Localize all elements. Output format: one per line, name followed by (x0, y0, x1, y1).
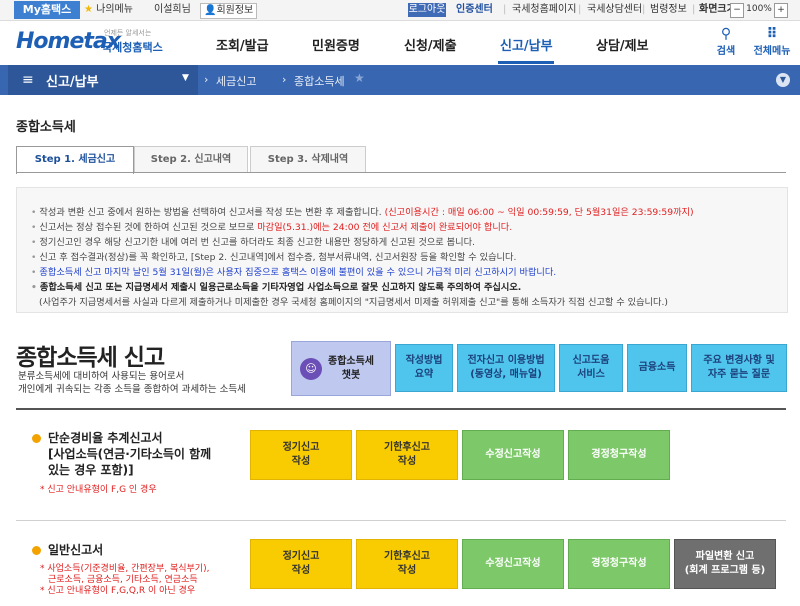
simple-expense-title: 단순경비율 추계신고서 [사업소득(연금·기타소득이 함께 있는 경우 포함)] (48, 431, 212, 477)
divider: | (578, 4, 582, 15)
notice-line: • 정기신고인 경우 해당 신고기한 내에 여러 번 신고를 하더라도 최종 신고… (31, 237, 475, 248)
section-menu-title: 신고/납부 (46, 75, 99, 90)
search-label: 검색 (716, 46, 736, 57)
breadcrumb-tax-report[interactable]: 세금신고 (216, 73, 256, 89)
bullet-icon (32, 546, 41, 555)
logo-subtitle: 국세청홈택스 (102, 41, 163, 54)
my-hometax-link[interactable]: My홈택스 (14, 1, 80, 19)
star-icon: ★ (84, 4, 93, 15)
bullet-icon (32, 434, 41, 443)
search-icon: ⚲ (720, 26, 732, 42)
tab-step1-report[interactable]: Step 1. 세금신고 (16, 146, 134, 174)
tab-divider (16, 172, 786, 173)
chatbot-button[interactable]: ☺ 종합소득세 챗봇 (291, 341, 391, 396)
breadcrumb-income-tax[interactable]: 종합소득세 (294, 73, 345, 89)
page-title: 종합소득세 (16, 120, 76, 135)
chevron-right-icon: › (204, 73, 209, 86)
nav-counsel-report[interactable]: 상담/제보 (596, 35, 649, 54)
simple-regular-report-button[interactable]: 정기신고 작성 (250, 430, 352, 480)
general-report-title: 일반신고서 (48, 543, 104, 557)
tab-step3-deleted[interactable]: Step 3. 삭제내역 (250, 146, 366, 173)
section-menu-dropdown[interactable]: ≡ 신고/납부 ▼ (8, 65, 198, 95)
chatbot-icon: ☺ (300, 357, 322, 380)
notice-line: • 작성과 변환 신고 중에서 원하는 방법을 선택하여 신고서를 작성 또는 변… (31, 207, 694, 218)
general-report-note: * 사업소득(기준경비율, 간편장부, 복식부기), 근로소득, 금융소득, 기… (40, 564, 210, 596)
tab-step2-history[interactable]: Step 2. 신고내역 (134, 146, 248, 173)
nav-report-pay[interactable]: 신고/납부 (500, 35, 553, 54)
logo-tagline: 언제든 알세서는 (104, 29, 152, 37)
guide-summary-button[interactable]: 작성방법 요약 (395, 344, 453, 392)
favorite-star-icon[interactable]: ★ (354, 71, 365, 85)
notice-line: • 종합소득세 신고 또는 지급명세서 제출시 일용근로소득을 기타자영업 사업소… (31, 282, 522, 293)
notice-line: (사업주가 지급명세서를 사실과 다르게 제출하거나 미제출한 경우 국세청 홈… (39, 297, 668, 308)
chevron-right-icon: › (282, 73, 287, 86)
zoom-in-button[interactable]: + (774, 3, 788, 18)
general-amend-report-button[interactable]: 수정신고작성 (462, 539, 564, 589)
divider: | (503, 4, 507, 15)
nav-civil-cert[interactable]: 민원증명 (312, 35, 360, 54)
member-info-label: 회원정보 (216, 5, 254, 16)
general-late-report-button[interactable]: 기한후신고 작성 (356, 539, 458, 589)
zoom-level: 100% (746, 4, 772, 14)
nav-apply-submit[interactable]: 신청/제출 (404, 35, 457, 54)
nts-homepage-link[interactable]: 국세청홈페이지 (512, 0, 576, 20)
user-name: 이설희님 (154, 4, 191, 15)
search-button[interactable]: ⚲ 검색 (706, 26, 746, 57)
section-divider (16, 408, 786, 410)
financial-income-button[interactable]: 금융소득 (627, 344, 687, 392)
notice-line: • 신고 후 접수결과(정상)를 꼭 확인하고, [Step 2. 신고내역]에서… (31, 252, 517, 263)
filing-help-service-button[interactable]: 신고도움 서비스 (559, 344, 623, 392)
grid-icon: ⠿ (766, 26, 778, 42)
top-utility-bar: My홈택스 ★ 나의메뉴 이설희님 👤회원정보 로그아웃 인증센터 | 국세청홈… (0, 0, 800, 21)
section-title: 종합소득세 신고 (16, 345, 165, 371)
simple-late-report-button[interactable]: 기한후신고 작성 (356, 430, 458, 480)
my-menu-link[interactable]: ★ 나의메뉴 (84, 0, 146, 20)
notice-line: • 신고서는 정상 접수된 것에 한하여 신고된 것으로 보므로 마감일(5.31… (31, 222, 513, 233)
tax-counsel-link[interactable]: 국세상담센터 (587, 0, 642, 20)
person-icon: 👤 (204, 5, 217, 16)
section-description: 분류소득세에 대비하여 사용되는 용어로서 개인에게 귀속되는 각종 소득을 종합… (18, 371, 246, 395)
member-info-button[interactable]: 👤회원정보 (200, 3, 258, 19)
simple-amend-report-button[interactable]: 수정신고작성 (462, 430, 564, 480)
notice-line: • 종합소득세 신고 마지막 날인 5월 31일(월)은 사용자 집중으로 홈택스… (31, 267, 557, 278)
cert-center-link[interactable]: 인증센터 (456, 0, 493, 20)
general-regular-report-button[interactable]: 정기신고 작성 (250, 539, 352, 589)
dropdown-arrow-icon: ▼ (182, 73, 189, 83)
breadcrumb-bar: ≡ 신고/납부 ▼ › 세금신고 › 종합소득세 ★ ▼ (0, 65, 800, 95)
all-menu-button[interactable]: ⠿ 전체메뉴 (752, 26, 792, 57)
simple-claim-button[interactable]: 경정청구작성 (568, 430, 670, 480)
simple-expense-note: * 신고 안내유형이 F,G 인 경우 (40, 485, 157, 495)
hamburger-icon: ≡ (22, 72, 34, 88)
file-conversion-report-button[interactable]: 파일변환 신고 (회계 프로그램 등) (674, 539, 776, 589)
section-divider (16, 520, 786, 521)
law-info-link[interactable]: 범령정보 (650, 0, 687, 20)
divider: | (642, 4, 646, 15)
e-filing-usage-button[interactable]: 전자신고 이용방법 (동영상, 매뉴얼) (457, 344, 555, 392)
main-header: Hometax 언제든 알세서는 국세청홈택스 조회/발급 민원증명 신청/제출… (0, 21, 800, 66)
notice-box: • 작성과 변환 신고 중에서 원하는 방법을 선택하여 신고서를 작성 또는 변… (16, 187, 788, 313)
expand-circle-icon[interactable]: ▼ (776, 73, 790, 87)
chatbot-label: 종합소득세 챗봇 (328, 355, 374, 381)
zoom-out-button[interactable]: − (730, 3, 744, 18)
faq-changes-button[interactable]: 주요 변경사항 및 자주 묻는 질문 (691, 344, 787, 392)
logout-button[interactable]: 로그아웃 (408, 3, 446, 17)
active-nav-underline (498, 61, 554, 64)
nav-inquiry-issue[interactable]: 조회/발급 (216, 35, 269, 54)
general-claim-button[interactable]: 경정청구작성 (568, 539, 670, 589)
all-menu-label: 전체메뉴 (753, 46, 791, 57)
my-menu-label: 나의메뉴 (96, 4, 133, 15)
divider: | (692, 4, 696, 15)
hometax-logo[interactable]: Hometax 언제든 알세서는 국세청홈택스 (16, 27, 166, 57)
